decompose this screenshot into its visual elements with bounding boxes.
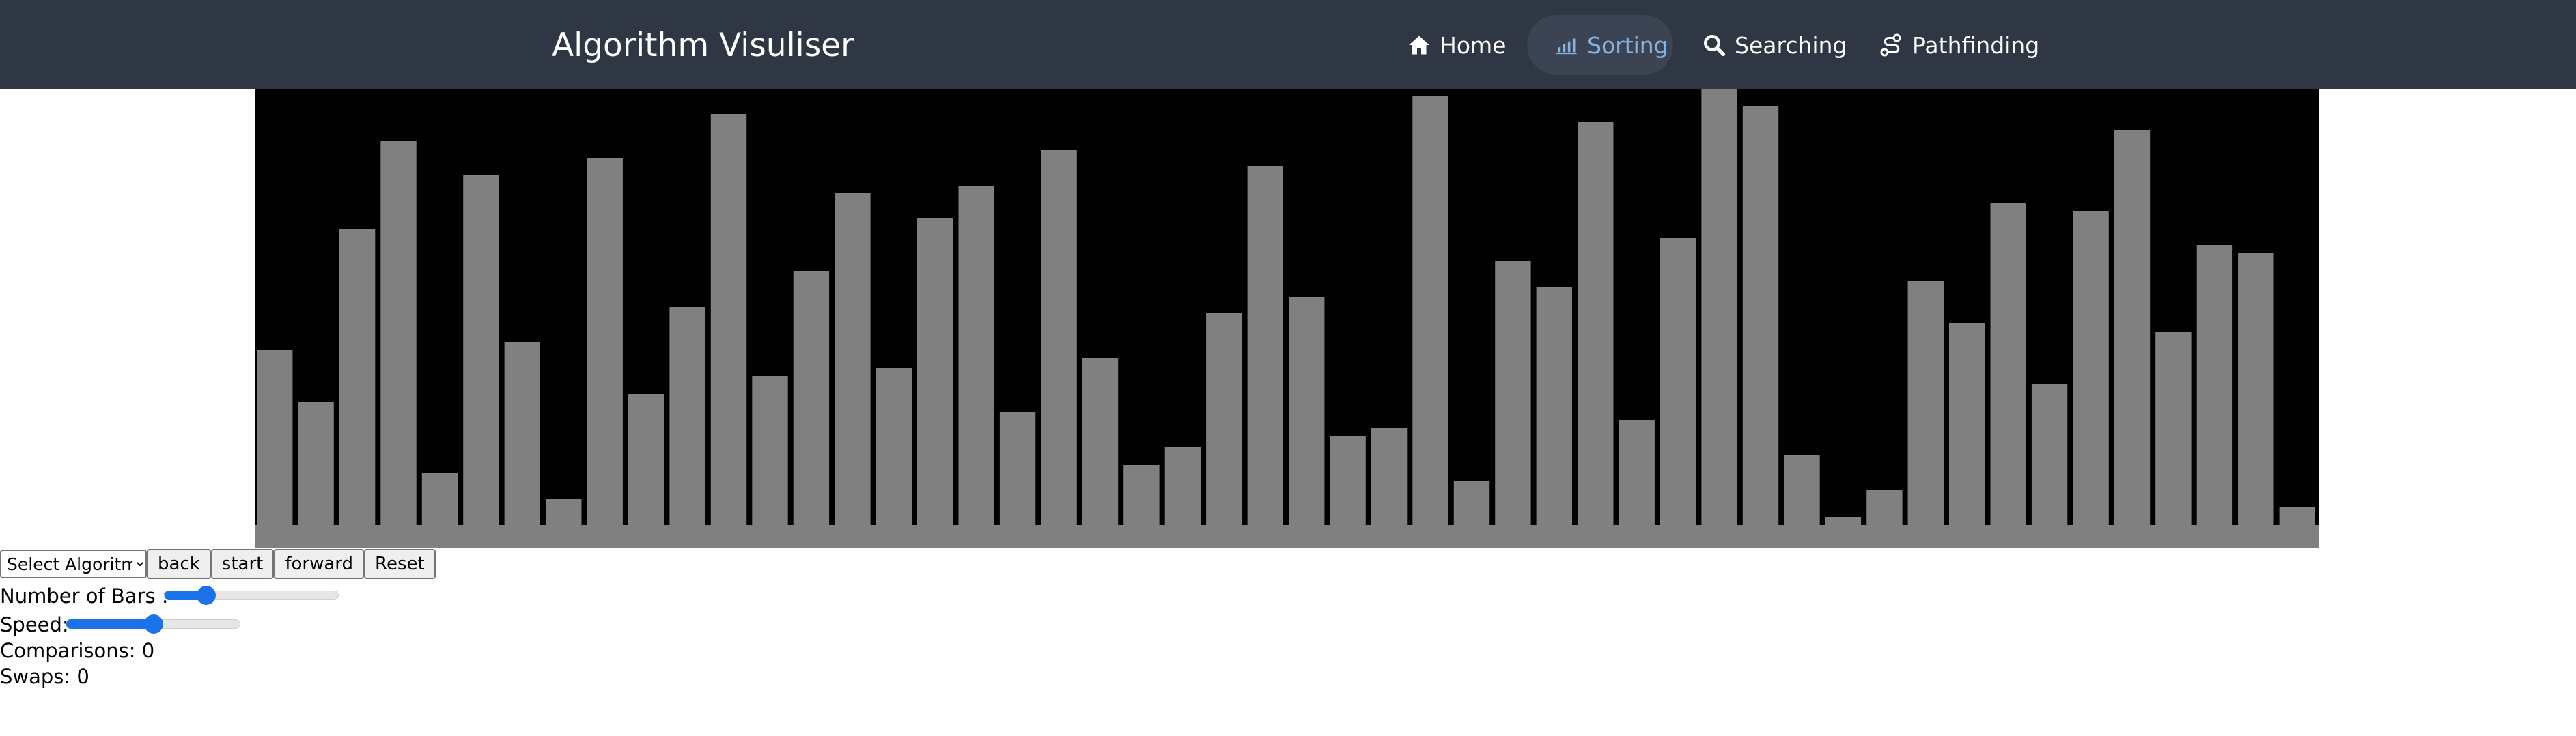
sort-bar [2073, 211, 2109, 525]
swaps-label: Swaps: [0, 665, 71, 688]
nav-item-label: Home [1440, 31, 1507, 59]
sort-bar [380, 141, 417, 525]
speed-slider-thumb[interactable] [144, 614, 163, 634]
sort-bar [1453, 481, 1490, 525]
sort-bar [2196, 245, 2233, 525]
sort-bar [298, 402, 334, 525]
sort-bar [2238, 253, 2274, 525]
comparisons-counter: Comparisons: 0 [0, 637, 154, 664]
bar-canvas [255, 89, 2319, 525]
algorithm-select[interactable]: Select Algoritm [0, 550, 147, 578]
bars-slider[interactable] [164, 586, 339, 605]
sort-bar [1082, 358, 1119, 525]
sort-bar [628, 394, 664, 525]
sort-bar [1536, 287, 1572, 525]
sort-bar [1701, 89, 1737, 525]
sort-bar [958, 186, 994, 525]
sort-bar [1041, 150, 1077, 525]
sort-bar [793, 271, 830, 525]
controls-row: Select Algoritm back start forward Reset [0, 549, 436, 579]
sort-bar [1330, 436, 1366, 525]
navbar: Algorithm Visuliser Home Sorting Searchi… [0, 0, 2576, 89]
nav-item-label: Pathfinding [1912, 31, 2040, 59]
forward-button[interactable]: forward [274, 549, 365, 579]
sort-bar [1825, 517, 1862, 525]
speed-label: Speed: [0, 613, 69, 636]
speed-slider[interactable] [66, 614, 240, 634]
sort-bar [1907, 281, 1944, 525]
sort-bar [2031, 384, 2068, 525]
speed-control: Speed: [0, 611, 69, 638]
sorting-visualiser [255, 89, 2319, 548]
bars-slider-thumb[interactable] [197, 586, 216, 605]
nav-item-searching[interactable]: Searching [1696, 15, 1852, 75]
sort-bar [1371, 428, 1408, 525]
sort-bar [835, 193, 871, 525]
swaps-counter: Swaps: 0 [0, 663, 89, 690]
sort-bar [710, 114, 747, 525]
nav-item-home[interactable]: Home [1400, 15, 1513, 75]
sort-bar [1123, 465, 1160, 525]
sort-bar [1784, 455, 1820, 525]
sort-bar [2279, 507, 2315, 525]
sort-bar [1742, 106, 1779, 525]
sort-bar [463, 175, 499, 525]
start-button[interactable]: start [210, 549, 275, 579]
sort-bar [339, 229, 376, 525]
sort-bar [1660, 238, 1696, 525]
sort-bar [1619, 420, 1655, 525]
search-icon [1702, 33, 1726, 57]
sort-bar [1578, 122, 1614, 525]
speed-slider-fill [66, 619, 154, 629]
nav-item-label: Sorting [1587, 31, 1668, 59]
bars-svg [257, 89, 2315, 525]
home-icon [1407, 33, 1431, 57]
back-button[interactable]: back [147, 549, 211, 579]
sort-bar [257, 350, 293, 525]
reset-button[interactable]: Reset [364, 549, 436, 579]
nav-item-label: Searching [1735, 31, 1847, 59]
bar-chart-icon [1554, 33, 1579, 57]
sort-bar [1866, 490, 1903, 525]
bars-label: Number of Bars : [0, 584, 169, 608]
sort-bar [1206, 313, 1242, 525]
sort-bar [421, 473, 458, 525]
sort-bar [1949, 323, 1985, 525]
sort-bar [1495, 261, 1531, 525]
sort-bar [999, 412, 1036, 525]
nav-item-pathfinding[interactable]: Pathfinding [1874, 15, 2045, 75]
sort-bar [669, 307, 705, 525]
sort-bar [876, 368, 912, 525]
sort-bar [1247, 166, 1283, 525]
route-icon [1879, 33, 1904, 57]
sort-bar [1412, 96, 1448, 525]
bars-control: Number of Bars : [0, 582, 169, 610]
sort-bar [1289, 297, 1325, 525]
sort-bar [587, 158, 623, 525]
sort-bar [2114, 130, 2151, 525]
sort-bar [1990, 203, 2026, 525]
brand-title[interactable]: Algorithm Visuliser [552, 26, 854, 66]
nav-item-sorting[interactable]: Sorting [1527, 15, 1673, 75]
sort-bar [917, 218, 953, 525]
sort-bar [2155, 332, 2192, 525]
sort-bar [504, 342, 540, 525]
swaps-value: 0 [76, 665, 89, 688]
sort-bar [752, 376, 788, 525]
comparisons-value: 0 [141, 639, 155, 662]
sort-bar [546, 499, 582, 525]
comparisons-label: Comparisons: [0, 639, 136, 662]
sort-bar [1164, 447, 1201, 525]
